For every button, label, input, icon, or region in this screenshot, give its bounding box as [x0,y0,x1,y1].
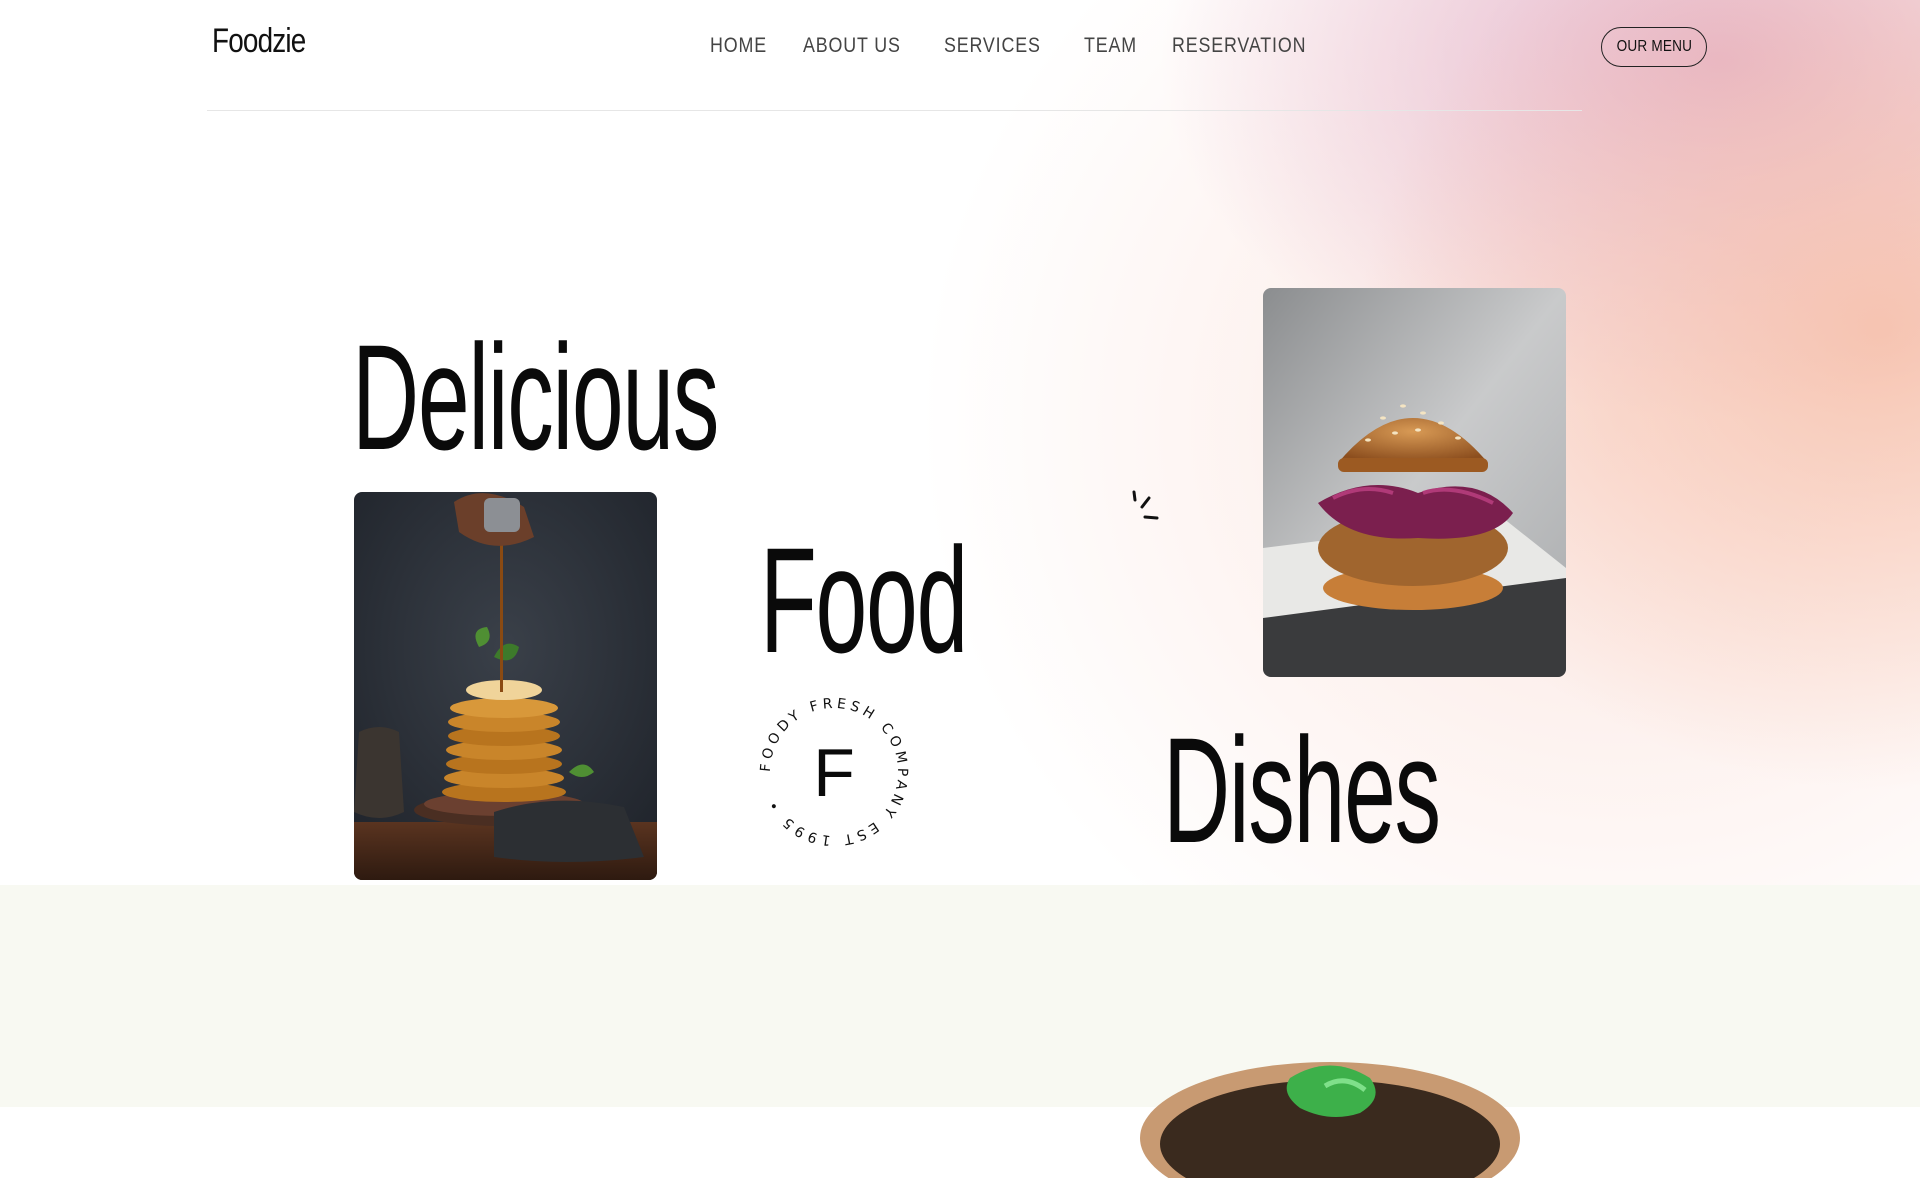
hero-word-food: Food [760,516,968,684]
nav-about-us[interactable]: ABOUT US [803,34,901,58]
circular-badge: FOODY FRESH COMPANY EST 1995 • F [758,696,906,848]
nav-team[interactable]: TEAM [1084,34,1137,58]
hero-section: Foodzie HOME ABOUT US SERVICES TEAM RESE… [0,0,1920,885]
pancakes-photo [354,492,657,880]
our-menu-label: OUR MENU [1616,38,1692,55]
burger-photo [1263,288,1566,677]
sparkle-icon [1132,490,1159,520]
hero-word-dishes: Dishes [1163,706,1441,874]
nav-reservation[interactable]: RESERVATION [1172,34,1306,58]
main-nav: HOME ABOUT US SERVICES TEAM RESERVATION [710,34,1356,58]
hero-word-delicious: Delicious [352,313,719,481]
badge-letter: F [813,735,855,811]
our-menu-button[interactable]: OUR MENU [1601,27,1707,67]
header-divider [207,110,1582,111]
nav-home[interactable]: HOME [710,34,767,58]
site-logo[interactable]: Foodzie [212,22,306,61]
lower-section [0,885,1920,1107]
nav-services[interactable]: SERVICES [944,34,1041,58]
salad-bowl-image [1140,1062,1520,1178]
